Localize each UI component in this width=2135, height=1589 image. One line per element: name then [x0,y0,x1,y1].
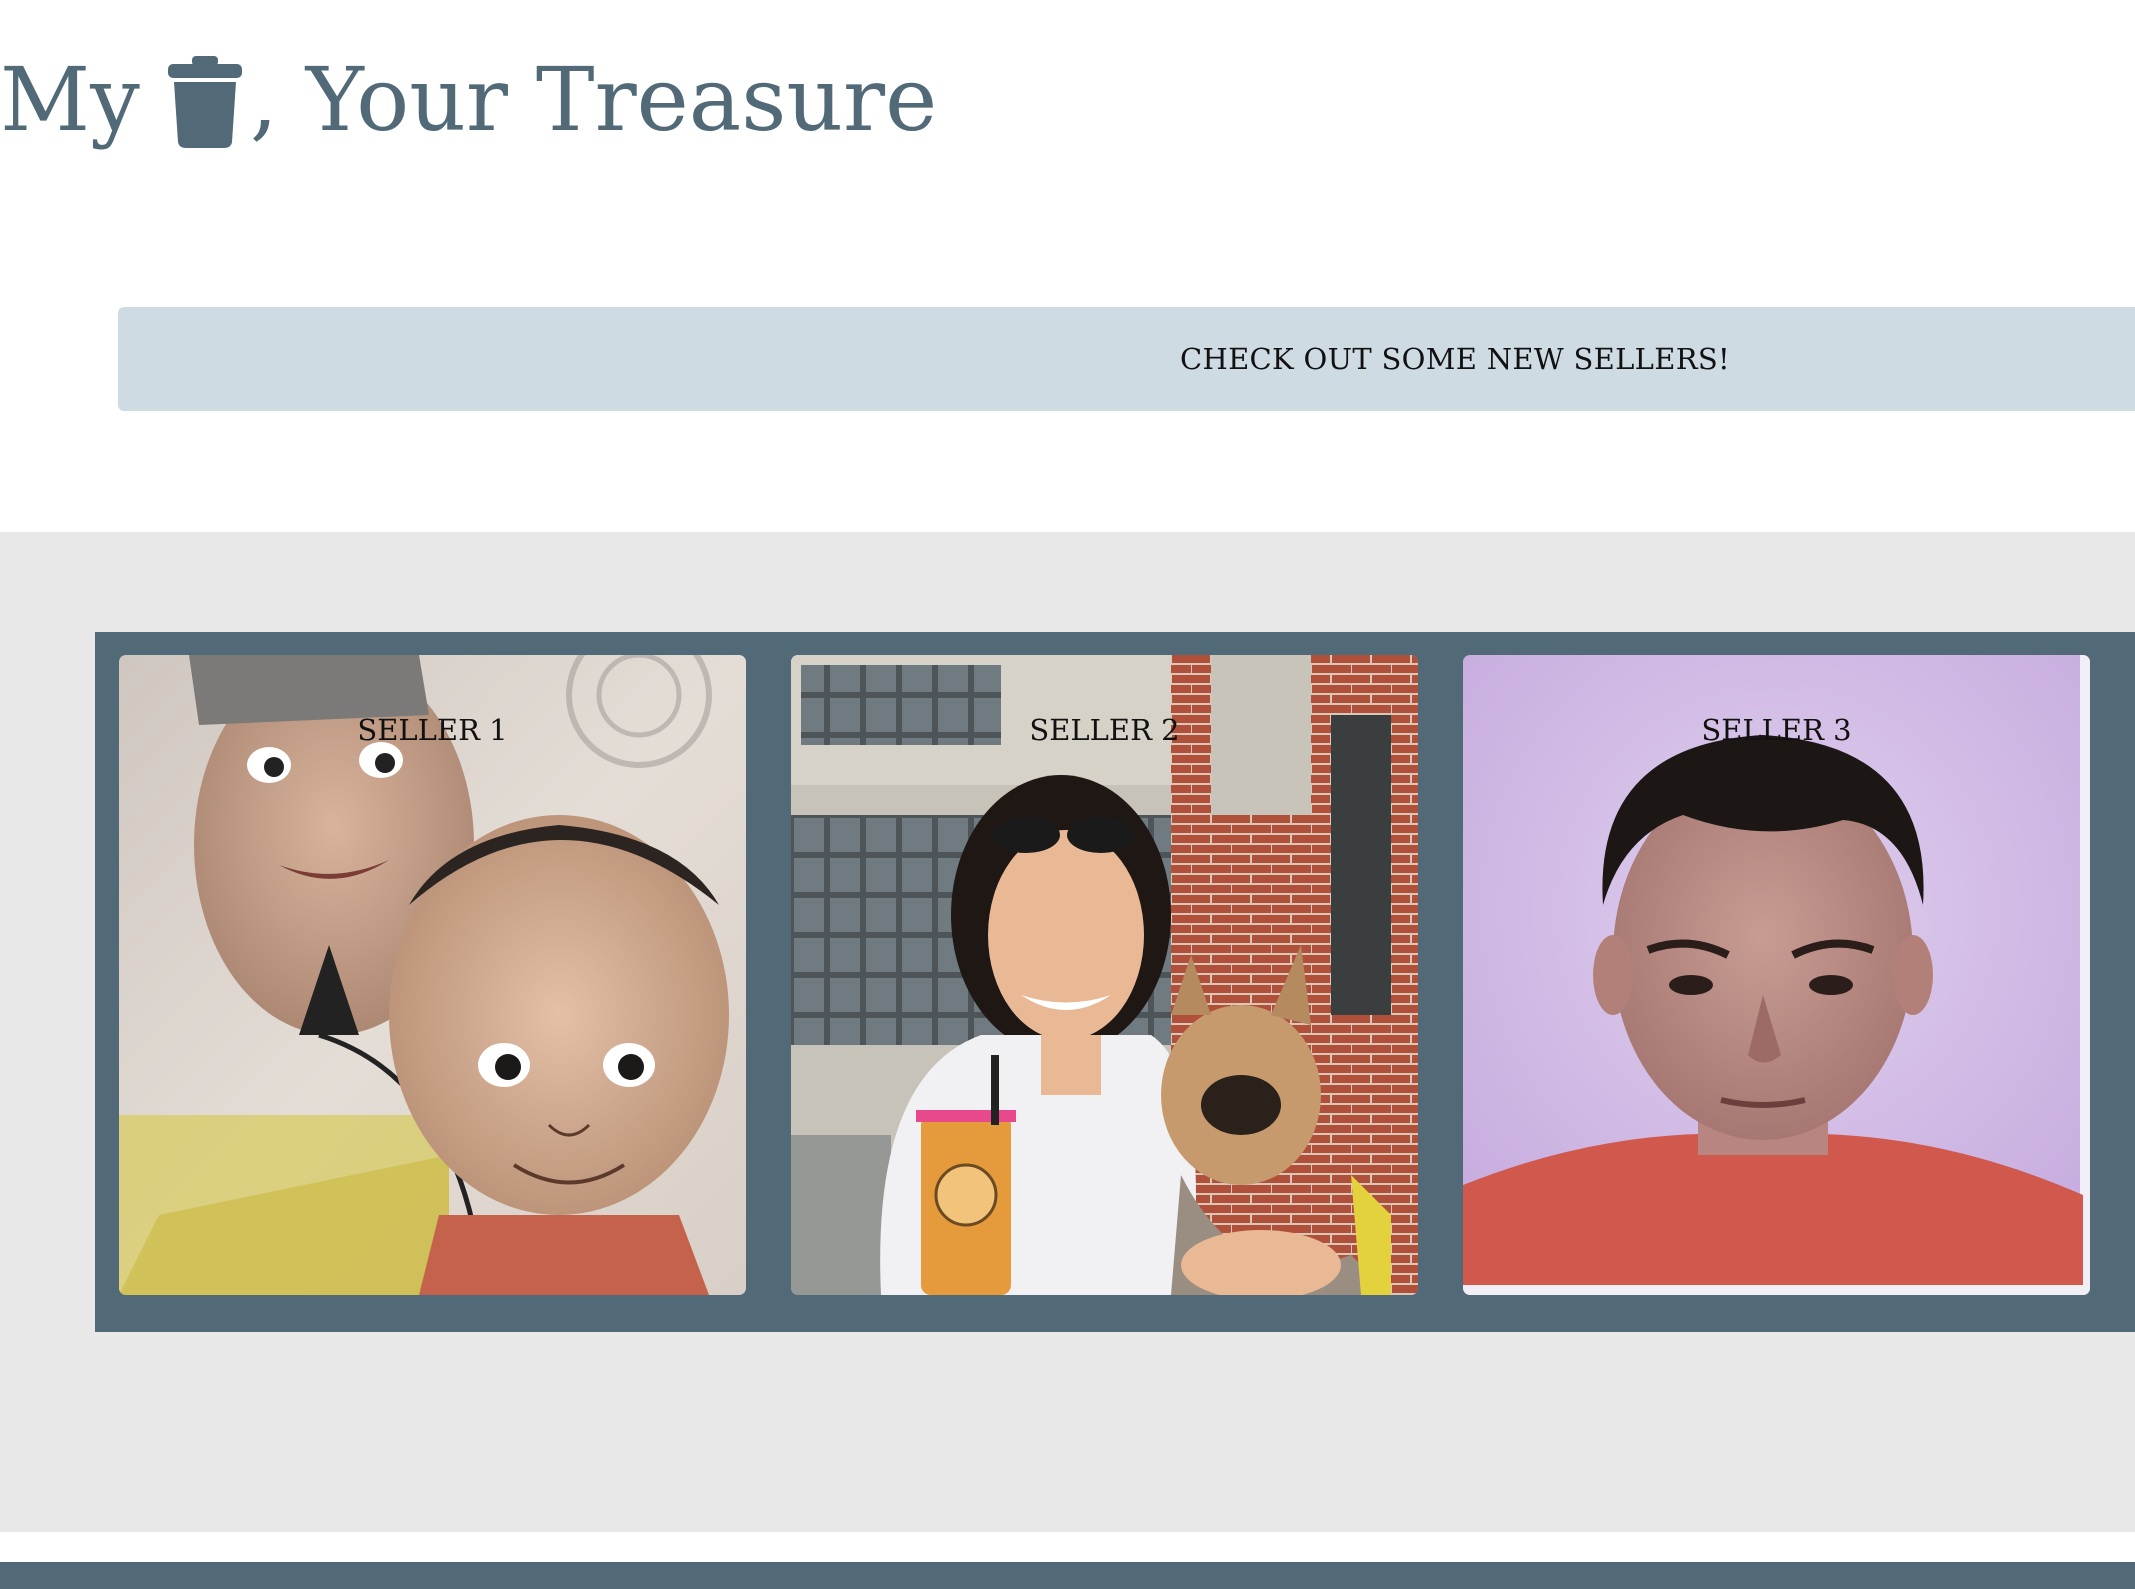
new-sellers-banner-text: CHECK OUT SOME NEW SELLERS! [1180,342,1730,376]
footer-bar [0,1562,2135,1589]
seller-3-name: SELLER 3 [1701,713,1852,747]
seller-card-3[interactable]: SELLER 3 [1463,655,2090,1295]
seller-card-2[interactable]: SELLER 2 [791,655,1418,1295]
seller-2-name: SELLER 2 [1029,713,1180,747]
seller-2-image [791,655,1418,1295]
seller-1-image [119,655,746,1295]
new-sellers-banner: CHECK OUT SOME NEW SELLERS! [118,307,2135,411]
site-title-suffix: , Your Treasure [249,48,938,151]
site-title[interactable]: My , Your Treasure [0,40,937,160]
site-title-prefix: My [0,48,140,151]
trash-icon [166,56,244,148]
sellers-carousel: SELLER 1 SELLER 2 SELLER 3 [95,632,2135,1332]
seller-3-image [1463,655,2090,1295]
page: My , Your Treasure CHECK OUT SOME NEW SE… [0,0,2135,1589]
seller-card-1[interactable]: SELLER 1 [119,655,746,1295]
seller-1-name: SELLER 1 [357,713,508,747]
